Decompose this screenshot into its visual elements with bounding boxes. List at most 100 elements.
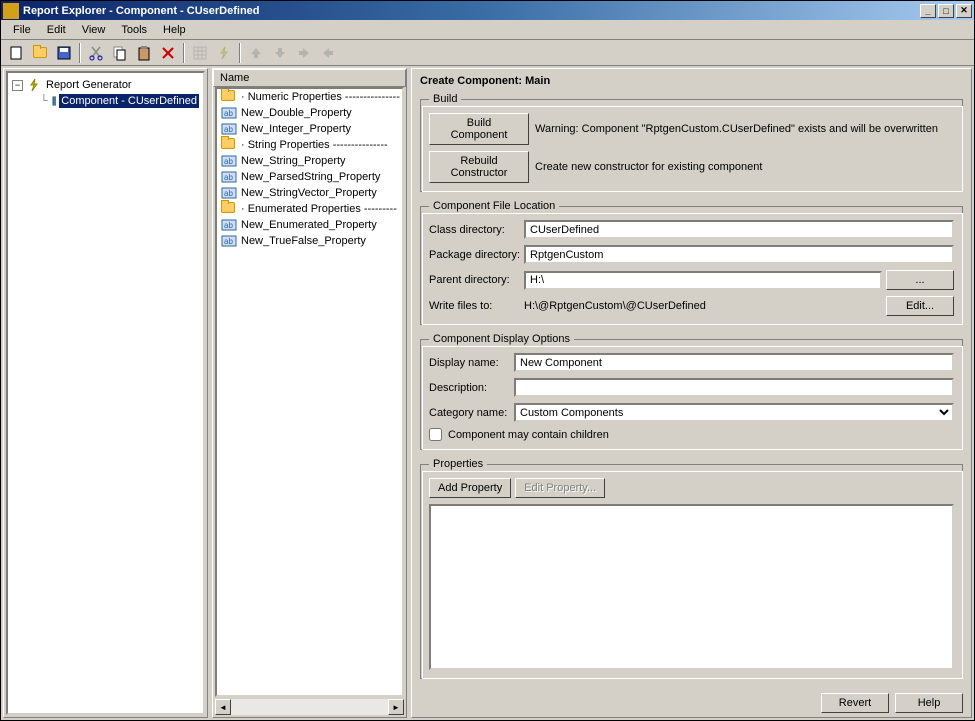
toolbar: [1, 40, 974, 66]
lightning-icon[interactable]: [213, 42, 235, 64]
svg-text:ab: ab: [224, 237, 233, 246]
category-select[interactable]: Custom Components: [514, 403, 954, 422]
svg-text:ab: ab: [224, 125, 233, 134]
edit-button[interactable]: Edit...: [886, 296, 954, 316]
list-item[interactable]: · String Properties ---------------: [217, 137, 402, 153]
list-body[interactable]: · Numeric Properties ---------------abNe…: [215, 87, 404, 697]
parent-dir-label: Parent directory:: [429, 274, 524, 286]
horizontal-scrollbar[interactable]: ◄ ►: [215, 699, 404, 715]
class-dir-input[interactable]: [524, 220, 954, 239]
folder-icon: [221, 138, 237, 152]
grid-icon[interactable]: [189, 42, 211, 64]
write-files-value: H:\@RptgenCustom\@CUserDefined: [524, 300, 886, 312]
list-item[interactable]: abNew_Enumerated_Property: [217, 217, 402, 233]
menu-tools[interactable]: Tools: [113, 22, 155, 38]
menu-file[interactable]: File: [5, 22, 39, 38]
build-component-button[interactable]: Build Component: [429, 113, 529, 145]
property-icon: ab: [221, 170, 237, 184]
form-title: Create Component: Main: [420, 73, 963, 93]
svg-text:ab: ab: [224, 109, 233, 118]
svg-text:ab: ab: [224, 221, 233, 230]
property-icon: ab: [221, 106, 237, 120]
app-icon: [3, 3, 19, 19]
list-item[interactable]: · Enumerated Properties ---------: [217, 201, 402, 217]
add-property-button[interactable]: Add Property: [429, 478, 511, 498]
copy-icon[interactable]: [109, 42, 131, 64]
package-dir-input[interactable]: [524, 245, 954, 264]
tree-child[interactable]: └ Component - CUserDefined: [40, 93, 199, 109]
list-item-label: New_ParsedString_Property: [241, 171, 380, 183]
tree-root[interactable]: − Report Generator: [12, 77, 199, 93]
list-item[interactable]: abNew_Double_Property: [217, 105, 402, 121]
parent-dir-input[interactable]: [524, 271, 882, 290]
scroll-right-icon[interactable]: ►: [388, 699, 404, 715]
property-icon: ab: [221, 186, 237, 200]
browse-button[interactable]: ...: [886, 270, 954, 290]
package-dir-label: Package directory:: [429, 249, 524, 261]
tree-toggle-icon[interactable]: −: [12, 80, 23, 91]
list-item[interactable]: abNew_StringVector_Property: [217, 185, 402, 201]
contain-children-checkbox[interactable]: [429, 428, 442, 441]
list-item-label: New_TrueFalse_Property: [241, 235, 366, 247]
list-item[interactable]: ab New_Integer_Property: [217, 121, 402, 137]
property-icon: ab: [221, 234, 237, 248]
form-panel: Create Component: Main Build Build Compo…: [411, 68, 972, 718]
minimize-button[interactable]: _: [920, 4, 936, 18]
list-item-label: New_Integer_Property: [241, 123, 351, 135]
new-icon[interactable]: [5, 42, 27, 64]
revert-button[interactable]: Revert: [821, 693, 889, 713]
list-panel: Name · Numeric Properties --------------…: [212, 68, 407, 718]
list-item[interactable]: ab New_ParsedString_Property: [217, 169, 402, 185]
paste-icon[interactable]: [133, 42, 155, 64]
list-item[interactable]: ab New_TrueFalse_Property: [217, 233, 402, 249]
down-icon[interactable]: [269, 42, 291, 64]
forward-icon[interactable]: [293, 42, 315, 64]
svg-text:ab: ab: [224, 157, 233, 166]
properties-group: Properties Add Property Edit Property...: [420, 458, 963, 679]
build-warning-text: Warning: Component "RptgenCustom.CUserDe…: [535, 123, 938, 135]
properties-list[interactable]: [429, 504, 954, 670]
file-location-legend: Component File Location: [429, 200, 559, 212]
write-files-label: Write files to:: [429, 300, 524, 312]
list-item-label: · Enumerated Properties ---------: [241, 203, 397, 215]
rebuild-text: Create new constructor for existing comp…: [535, 161, 762, 173]
rebuild-constructor-button[interactable]: Rebuild Constructor: [429, 151, 529, 183]
edit-property-button: Edit Property...: [515, 478, 605, 498]
description-label: Description:: [429, 382, 514, 394]
tree-root-label: Report Generator: [44, 78, 134, 92]
display-name-label: Display name:: [429, 357, 514, 369]
property-icon: ab: [221, 218, 237, 232]
category-label: Category name:: [429, 407, 514, 419]
description-input[interactable]: [514, 378, 954, 397]
component-icon: [52, 94, 56, 108]
menu-edit[interactable]: Edit: [39, 22, 74, 38]
save-icon[interactable]: [53, 42, 75, 64]
back-icon[interactable]: [317, 42, 339, 64]
list-item[interactable]: · Numeric Properties ---------------: [217, 89, 402, 105]
list-item-label: · Numeric Properties ---------------: [241, 91, 400, 103]
delete-icon[interactable]: [157, 42, 179, 64]
scroll-left-icon[interactable]: ◄: [215, 699, 231, 715]
help-button[interactable]: Help: [895, 693, 963, 713]
menu-help[interactable]: Help: [155, 22, 194, 38]
property-icon: ab: [221, 122, 237, 136]
list-item[interactable]: abNew_String_Property: [217, 153, 402, 169]
up-icon[interactable]: [245, 42, 267, 64]
lightning-icon: [27, 78, 41, 92]
folder-icon: [221, 90, 237, 104]
class-dir-label: Class directory:: [429, 224, 524, 236]
tree-panel: − Report Generator └ Component - CUserDe…: [3, 68, 208, 718]
property-icon: ab: [221, 154, 237, 168]
menu-view[interactable]: View: [74, 22, 114, 38]
svg-text:ab: ab: [224, 173, 233, 182]
build-group: Build Build Component Warning: Component…: [420, 93, 963, 192]
maximize-button[interactable]: □: [938, 4, 954, 18]
cut-icon[interactable]: [85, 42, 107, 64]
contain-children-label: Component may contain children: [448, 429, 609, 441]
titlebar: Report Explorer - Component - CUserDefin…: [1, 1, 974, 20]
display-name-input[interactable]: [514, 353, 954, 372]
file-location-group: Component File Location Class directory:…: [420, 200, 963, 325]
close-button[interactable]: ✕: [956, 4, 972, 18]
list-header[interactable]: Name: [213, 69, 406, 87]
open-icon[interactable]: [29, 42, 51, 64]
